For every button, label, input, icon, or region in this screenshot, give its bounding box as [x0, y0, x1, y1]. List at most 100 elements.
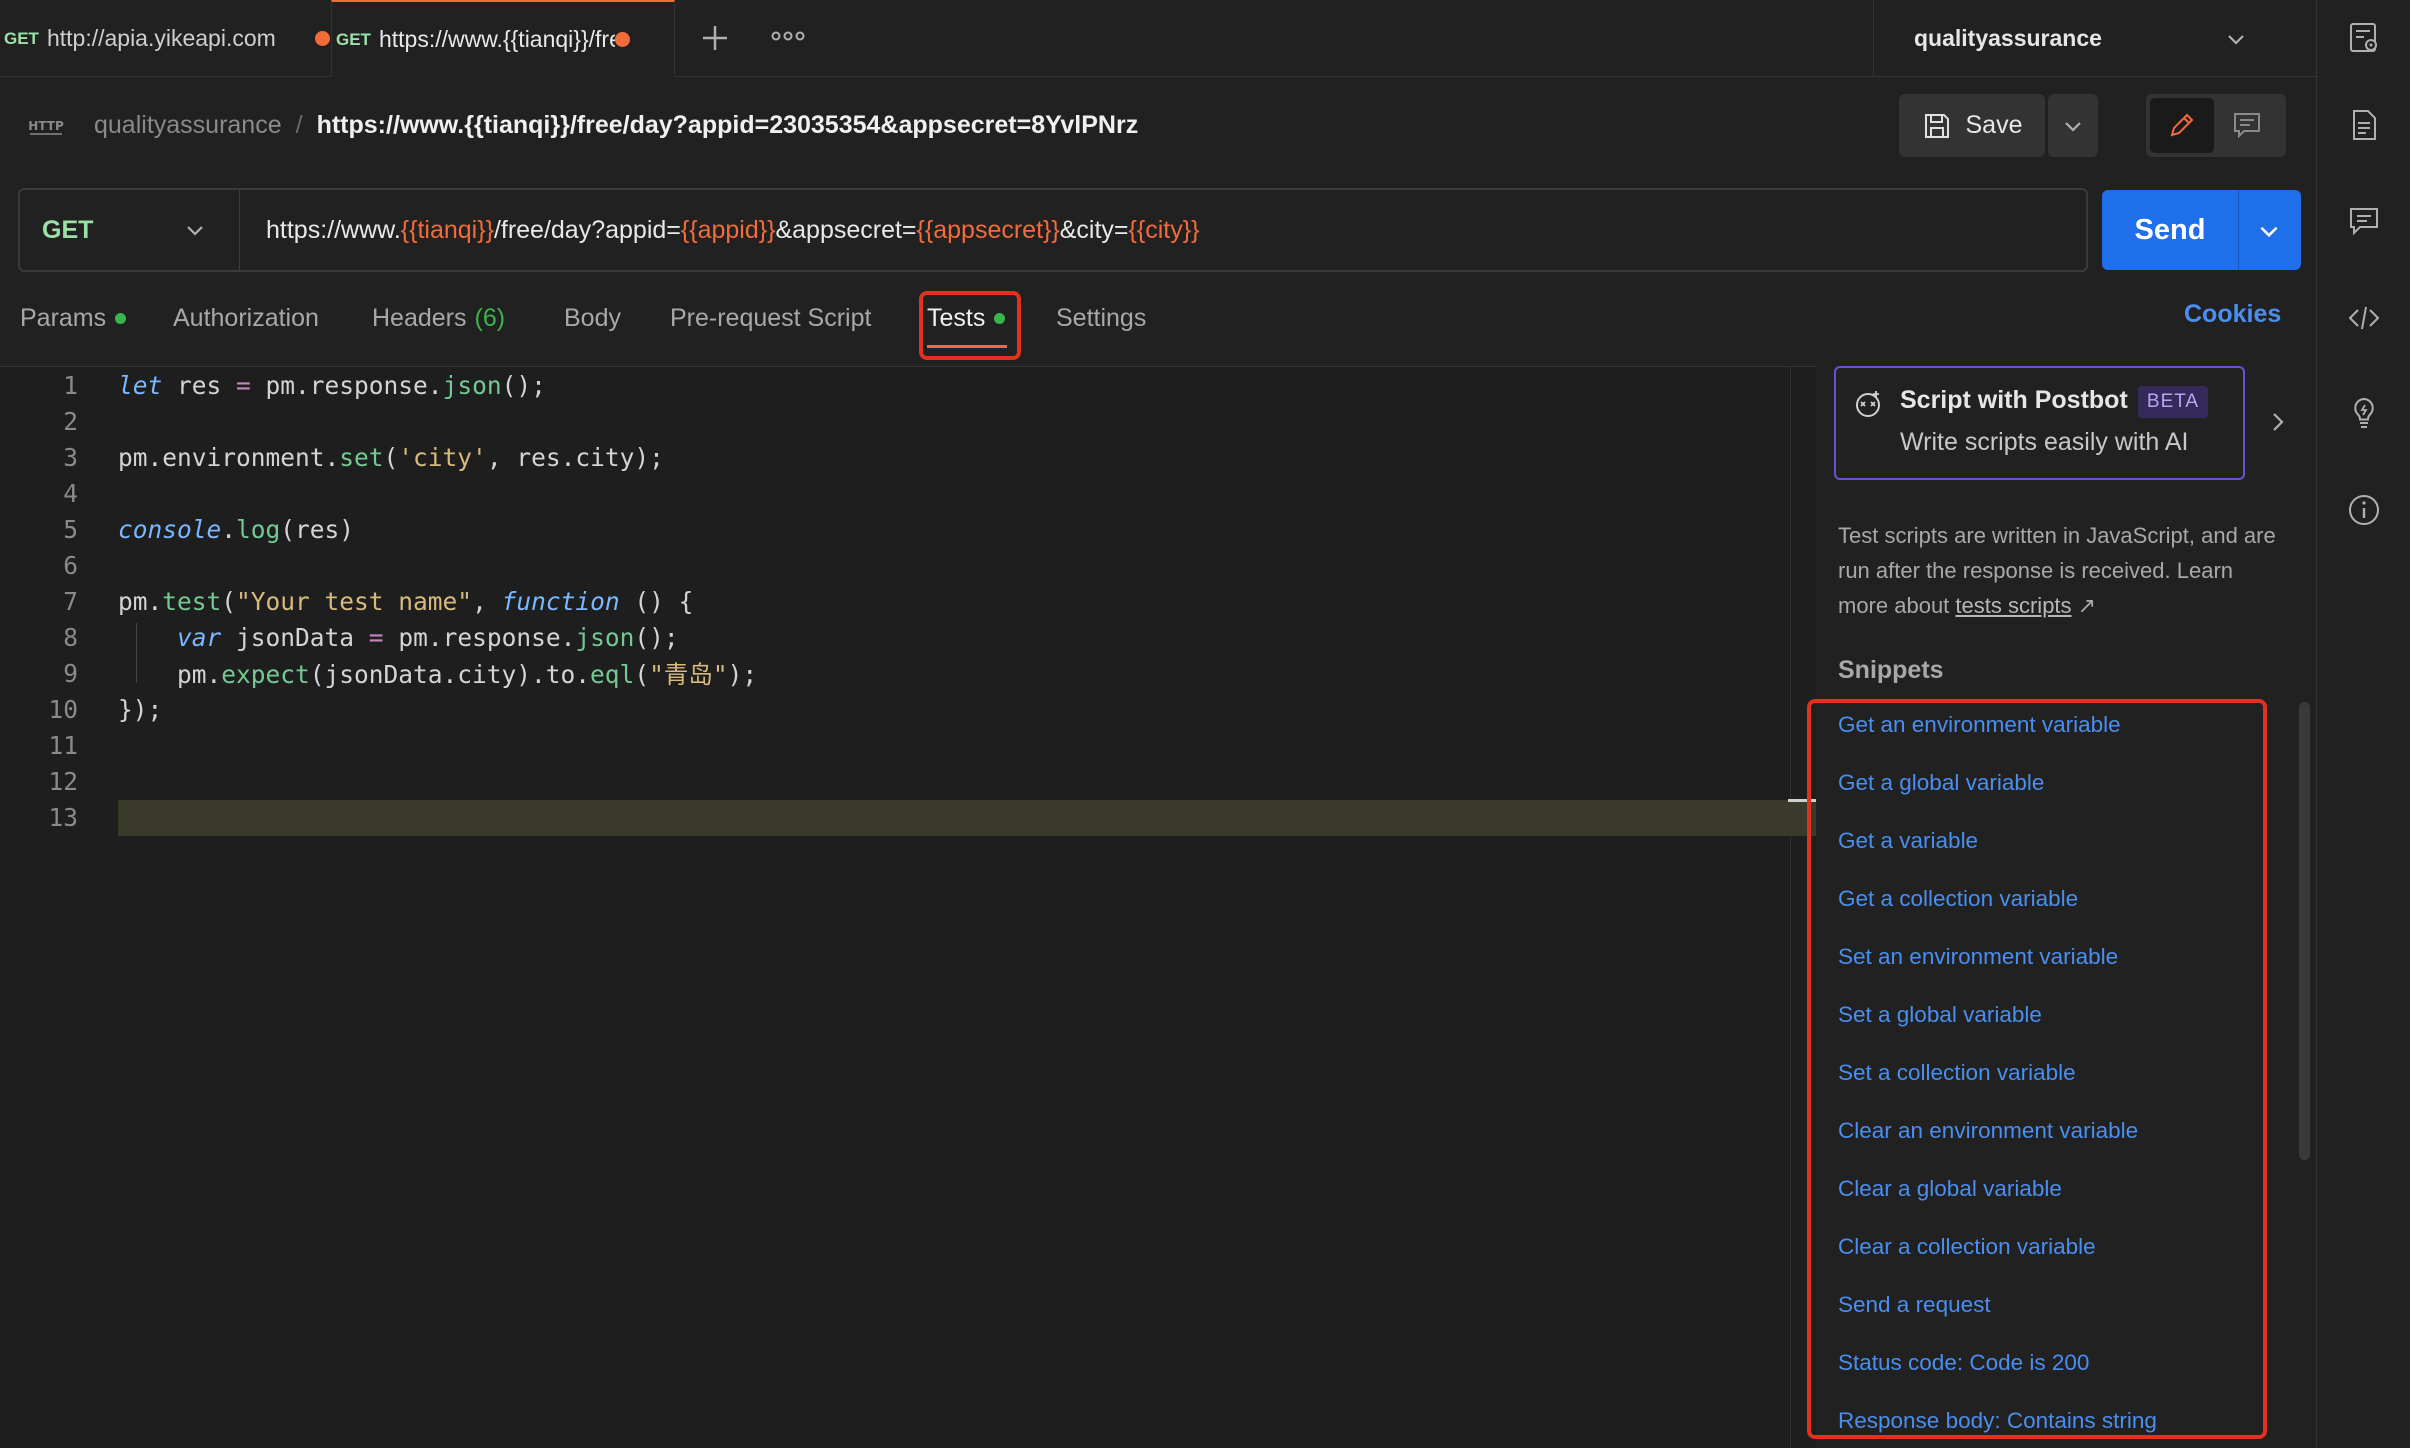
- chevron-down-icon: [2065, 122, 2081, 132]
- tab-body[interactable]: Body: [564, 300, 621, 336]
- save-button[interactable]: Save: [1899, 94, 2045, 157]
- line-number: 2: [63, 406, 78, 436]
- breadcrumb: HTTP qualityassurance / https://www.{{ti…: [28, 103, 1138, 147]
- beta-badge: BETA: [2138, 386, 2208, 418]
- url-variable: {{appsecret}}: [916, 215, 1060, 244]
- url-variable: {{city}}: [1128, 215, 1200, 244]
- tab-label: https://www.{{tianqi}}/free/day?appid: [378, 26, 615, 52]
- environment-quick-look-icon[interactable]: [2347, 21, 2381, 55]
- chevron-down-icon: [2228, 35, 2244, 45]
- code-line: 6: [0, 547, 118, 583]
- environment-select[interactable]: qualityassurance: [1873, 0, 2316, 77]
- annotation-highlight-box: [1807, 699, 2267, 1439]
- line-number: 6: [63, 550, 78, 580]
- http-icon: HTTP: [28, 119, 64, 135]
- code-line: 10});: [0, 691, 162, 727]
- lightbulb-icon[interactable]: [2347, 396, 2381, 430]
- chevron-down-icon: [187, 226, 203, 236]
- save-label: Save: [1965, 111, 2023, 139]
- code-line: 4: [0, 475, 118, 511]
- tab-label: Settings: [1056, 303, 1147, 332]
- code-line: 3 pm.environment.set('city', res.city);: [0, 439, 664, 475]
- right-sidebar: [2316, 0, 2410, 1448]
- tab-label: http://apia.yikeapi.com: [46, 25, 276, 51]
- code-line: 12: [0, 763, 118, 799]
- line-number: 10: [48, 694, 78, 724]
- line-number: 5: [63, 514, 78, 544]
- edit-mode-button[interactable]: [2150, 98, 2214, 153]
- line-number: 13: [48, 802, 78, 832]
- postbot-title: Script with Postbot: [1900, 386, 2128, 414]
- tab-method: GET: [336, 29, 371, 49]
- headers-count: (6): [474, 303, 506, 332]
- url-segment: https://www.: [266, 215, 401, 244]
- method-select[interactable]: GET: [20, 190, 240, 270]
- svg-text:HTTP: HTTP: [28, 119, 64, 133]
- code-line: 5 console.log(res): [0, 511, 354, 547]
- code-line: 1 let res = pm.response.json();: [0, 367, 546, 403]
- tab-settings[interactable]: Settings: [1056, 300, 1146, 336]
- tab-label: Body: [564, 303, 621, 332]
- send-divider: [2238, 190, 2239, 270]
- info-icon[interactable]: [2347, 493, 2381, 527]
- code-line: 7 pm.test("Your test name", function () {: [0, 583, 693, 619]
- comment-mode-icon[interactable]: [2232, 110, 2262, 140]
- new-tab-plus-icon[interactable]: [699, 22, 731, 54]
- send-button[interactable]: Send: [2102, 190, 2238, 270]
- line-number: 4: [63, 478, 78, 508]
- documentation-icon[interactable]: [2347, 108, 2381, 142]
- tab-label: Pre-request Script: [670, 303, 872, 332]
- tab-authorization[interactable]: Authorization: [173, 300, 319, 336]
- pencil-icon: [2170, 113, 2194, 137]
- tab-headers[interactable]: Headers (6): [372, 300, 505, 336]
- environment-name: qualityassurance: [1914, 25, 2102, 51]
- chevron-right-icon[interactable]: [2268, 410, 2288, 434]
- tests-help-text: Test scripts are written in JavaScript, …: [1838, 518, 2288, 623]
- send-dropdown-chevron-icon[interactable]: [2256, 218, 2282, 244]
- breadcrumb-collection[interactable]: qualityassurance: [94, 111, 282, 140]
- line-number: 9: [63, 658, 78, 688]
- postbot-card[interactable]: [1834, 366, 2245, 480]
- line-number: 1: [63, 370, 78, 400]
- request-tab[interactable]: GET http://apia.yikeapi.com: [0, 0, 330, 77]
- snippets-scrollbar[interactable]: [2299, 702, 2310, 1160]
- unsaved-dot-icon: [315, 31, 330, 46]
- url-variable: {{tianqi}}: [400, 215, 494, 244]
- url-variable: {{appid}}: [680, 215, 776, 244]
- postbot-icon: [1852, 388, 1884, 420]
- annotation-highlight-box: [919, 291, 1021, 360]
- code-line: 11: [0, 727, 118, 763]
- tab-label: Headers: [372, 303, 467, 332]
- tab-pre-request-script[interactable]: Pre-request Script: [670, 300, 871, 336]
- method-label: GET: [42, 215, 94, 244]
- line-number: 8: [63, 622, 78, 652]
- request-tab-active[interactable]: GET https://www.{{tianqi}}/free/day?appi…: [331, 0, 675, 77]
- editor-ruler: [1790, 367, 1791, 1448]
- line-number: 3: [63, 442, 78, 472]
- line-number: 12: [48, 766, 78, 796]
- tab-params[interactable]: Params: [20, 300, 127, 336]
- line-number: 7: [63, 586, 78, 616]
- tab-label: Params: [20, 303, 107, 332]
- external-link-icon: ↗: [2077, 593, 2097, 618]
- current-line-highlight: [118, 800, 1816, 836]
- comments-icon[interactable]: [2347, 204, 2381, 238]
- code-line: 13: [0, 799, 118, 835]
- cookies-link[interactable]: Cookies: [2184, 300, 2281, 329]
- url-segment: &appsecret=: [775, 215, 917, 244]
- request-name[interactable]: https://www.{{tianqi}}/free/day?appid=23…: [317, 111, 1139, 140]
- active-dot-icon: [115, 312, 127, 324]
- code-line: 2: [0, 403, 118, 439]
- request-tab-bar: GET http://apia.yikeapi.com GET https://…: [0, 0, 2316, 77]
- code-line: 9 pm.expect(jsonData.city).to.eql("青岛");: [0, 655, 757, 691]
- url-input[interactable]: https://www. {{tianqi}}/free/day?appid={{…: [266, 190, 1199, 270]
- code-icon[interactable]: [2347, 301, 2381, 335]
- more-tabs-icon[interactable]: [771, 26, 805, 46]
- unsaved-dot-icon: [614, 32, 630, 47]
- save-icon: [1924, 113, 1949, 138]
- line-number: 11: [48, 730, 78, 760]
- tests-scripts-link[interactable]: tests scripts: [1955, 593, 2071, 618]
- tab-method: GET: [4, 28, 39, 48]
- breadcrumb-separator: /: [295, 110, 303, 139]
- save-dropdown-button[interactable]: [2048, 94, 2098, 157]
